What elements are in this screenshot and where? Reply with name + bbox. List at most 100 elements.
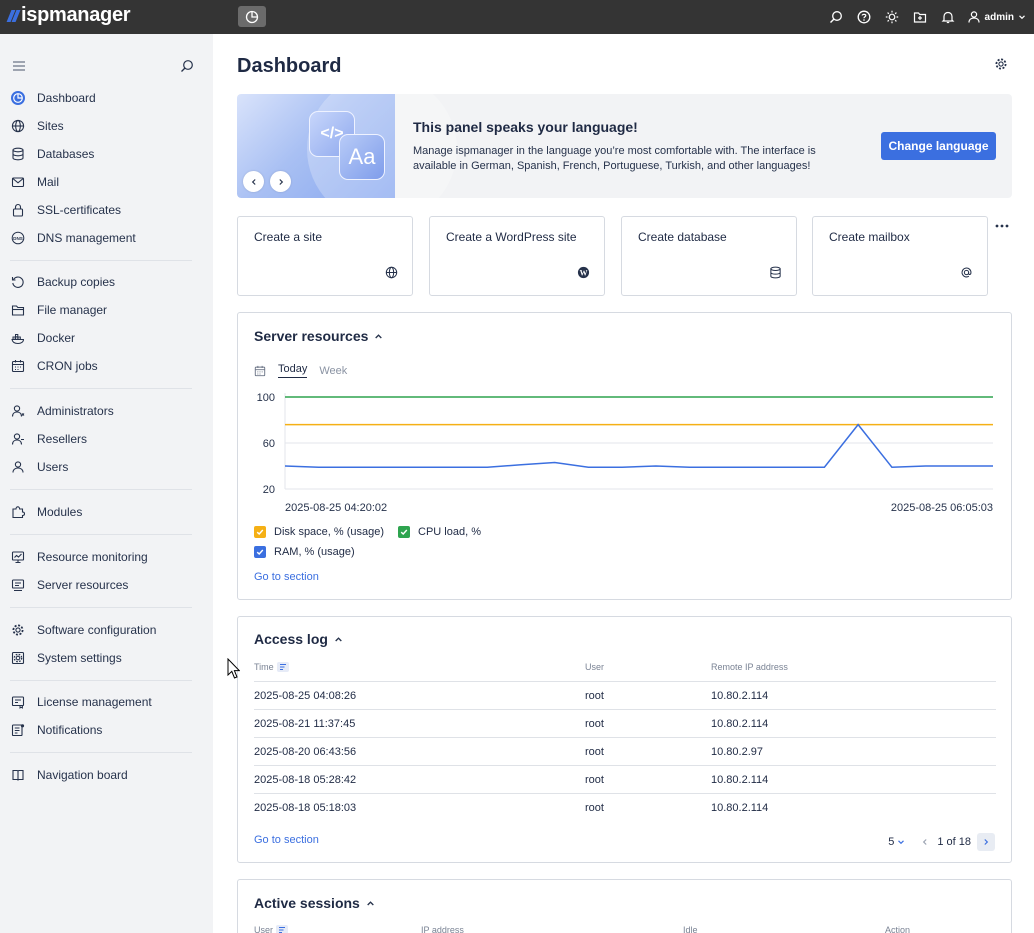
tasks-button[interactable] — [906, 0, 934, 34]
dashboard-settings-button[interactable] — [994, 57, 1008, 71]
task-folder-icon — [913, 12, 926, 23]
sidebar-item-server-resources[interactable]: Server resources — [0, 571, 213, 599]
gear-icon — [995, 58, 1007, 70]
sidebar-item-label: File manager — [37, 303, 108, 317]
sidebar-item-sites[interactable]: Sites — [0, 112, 213, 140]
sidebar-item-users[interactable]: Users — [0, 453, 213, 481]
sidebar-item-mail[interactable]: Mail — [0, 168, 213, 196]
sidebar-item-docker[interactable]: Docker — [0, 324, 213, 352]
database-icon — [12, 147, 24, 161]
sidebar-item-resellers[interactable]: Resellers — [0, 425, 213, 453]
server-resources-go-to-section-link[interactable]: Go to section — [254, 571, 319, 583]
sidebar-item-cron-jobs[interactable]: CRON jobs — [0, 352, 213, 380]
cell-user: root — [585, 802, 604, 814]
dashboard-icon — [11, 91, 25, 105]
sidebar-search-button[interactable] — [180, 59, 194, 73]
column-header-user[interactable]: User — [585, 662, 604, 672]
sidebar-item-label: Modules — [37, 505, 83, 519]
chevron-left-icon — [251, 178, 256, 185]
access-log-go-to-section-link[interactable]: Go to section — [254, 834, 319, 846]
sidebar-item-label: Dashboard — [37, 91, 96, 105]
legend-item-disk[interactable]: Disk space, % (usage) — [254, 526, 384, 538]
calendar-icon[interactable] — [254, 365, 266, 377]
sidebar-item-label: Navigation board — [37, 768, 128, 782]
user-name: admin — [984, 11, 1014, 23]
help-button[interactable] — [850, 0, 878, 34]
page-title: Dashboard — [237, 55, 342, 77]
tab-week[interactable]: Week — [319, 365, 347, 377]
sidebar-item-ssl-certificates[interactable]: SSL-certificates — [0, 196, 213, 224]
sidebar-item-dashboard[interactable]: Dashboard — [0, 84, 213, 112]
sidebar-item-system-settings[interactable]: System settings — [0, 644, 213, 672]
column-header-action[interactable]: Action — [885, 925, 910, 933]
notifications-button[interactable] — [934, 0, 962, 34]
create-mailbox-card[interactable]: Create mailbox — [812, 216, 988, 296]
chevron-right-icon — [984, 839, 989, 845]
table-row[interactable]: 2025-08-18 05:28:42 root 10.80.2.114 — [254, 765, 996, 793]
database-icon — [770, 266, 781, 279]
legend-label: Disk space, % (usage) — [274, 526, 385, 538]
globe-icon — [385, 266, 398, 279]
column-header-ip-address[interactable]: IP address — [421, 925, 464, 933]
menu-toggle-button[interactable] — [12, 60, 26, 72]
active-sessions-toggle[interactable]: Active sessions — [254, 895, 375, 911]
sidebar-item-administrators[interactable]: Administrators — [0, 397, 213, 425]
page-size-select[interactable]: 5 — [888, 836, 905, 848]
theme-toggle-button[interactable] — [878, 0, 906, 34]
search-button[interactable] — [822, 0, 850, 34]
sidebar-item-label: Server resources — [37, 578, 129, 592]
change-language-button[interactable]: Change language — [881, 132, 996, 160]
user-menu[interactable]: admin — [967, 10, 1026, 24]
sidebar-item-dns-management[interactable]: DNS DNS management — [0, 224, 213, 252]
mail-icon — [11, 177, 25, 188]
sidebar-item-label: Databases — [37, 147, 95, 161]
server-resources-toggle[interactable]: Server resources — [254, 328, 383, 344]
dashboard-shortcut-button[interactable] — [238, 6, 266, 27]
column-header-remote-ip[interactable]: Remote IP address — [711, 662, 788, 672]
carousel-prev-button[interactable] — [243, 171, 264, 192]
hamburger-icon — [13, 61, 25, 71]
pagination: 5 1 of 18 — [888, 833, 995, 851]
carousel-next-button[interactable] — [270, 171, 291, 192]
sidebar-item-modules[interactable]: Modules — [0, 498, 213, 526]
card-label: Create mailbox — [829, 230, 910, 244]
column-header-time[interactable]: Time — [254, 662, 289, 672]
sidebar-item-resource-monitoring[interactable]: Resource monitoring — [0, 543, 213, 571]
create-site-card[interactable]: Create a site — [237, 216, 413, 296]
legend-item-ram[interactable]: RAM, % (usage) — [254, 546, 355, 558]
table-row[interactable]: 2025-08-20 06:43:56 root 10.80.2.97 — [254, 737, 996, 765]
prev-page-button[interactable] — [921, 838, 929, 846]
sidebar-item-label: License management — [37, 695, 152, 709]
y-tick-label: 20 — [263, 484, 275, 496]
ispmanager-logo[interactable]: ispmanager — [6, 4, 131, 27]
next-page-button[interactable] — [977, 833, 995, 851]
sidebar-item-label: Administrators — [37, 404, 114, 418]
sidebar-item-notifications[interactable]: Notifications — [0, 716, 213, 744]
sidebar-item-license-management[interactable]: License management — [0, 688, 213, 716]
cell-ip: 10.80.2.114 — [711, 690, 769, 702]
create-database-card[interactable]: Create database — [621, 216, 797, 296]
sidebar-item-label: Sites — [37, 119, 64, 133]
sidebar-item-databases[interactable]: Databases — [0, 140, 213, 168]
sidebar-item-backup-copies[interactable]: Backup copies — [0, 268, 213, 296]
sidebar-item-navigation-board[interactable]: Navigation board — [0, 761, 213, 789]
table-row[interactable]: 2025-08-18 05:18:03 root 10.80.2.114 — [254, 793, 996, 821]
sidebar-item-file-manager[interactable]: File manager — [0, 296, 213, 324]
tab-today[interactable]: Today — [278, 363, 308, 378]
cell-user: root — [585, 774, 604, 786]
mouse-cursor-icon — [227, 658, 240, 679]
create-wordpress-site-card[interactable]: Create a WordPress site W — [429, 216, 605, 296]
column-header-user[interactable]: User — [254, 925, 289, 933]
x-start-label: 2025-08-25 04:20:02 — [285, 502, 387, 514]
sidebar: Dashboard Sites Databases Mail SSL-certi… — [0, 34, 213, 933]
table-row[interactable]: 2025-08-25 04:08:26 root 10.80.2.114 — [254, 681, 996, 709]
sidebar-item-software-configuration[interactable]: Software configuration — [0, 616, 213, 644]
more-actions-button[interactable] — [995, 224, 1009, 228]
column-header-idle[interactable]: Idle — [683, 925, 698, 933]
sun-icon — [885, 10, 898, 24]
series-line[interactable] — [284, 423, 993, 468]
cell-user: root — [585, 718, 604, 730]
table-row[interactable]: 2025-08-21 11:37:45 root 10.80.2.114 — [254, 709, 996, 737]
access-log-toggle[interactable]: Access log — [254, 631, 343, 647]
legend-item-cpu[interactable]: CPU load, % — [398, 526, 481, 538]
